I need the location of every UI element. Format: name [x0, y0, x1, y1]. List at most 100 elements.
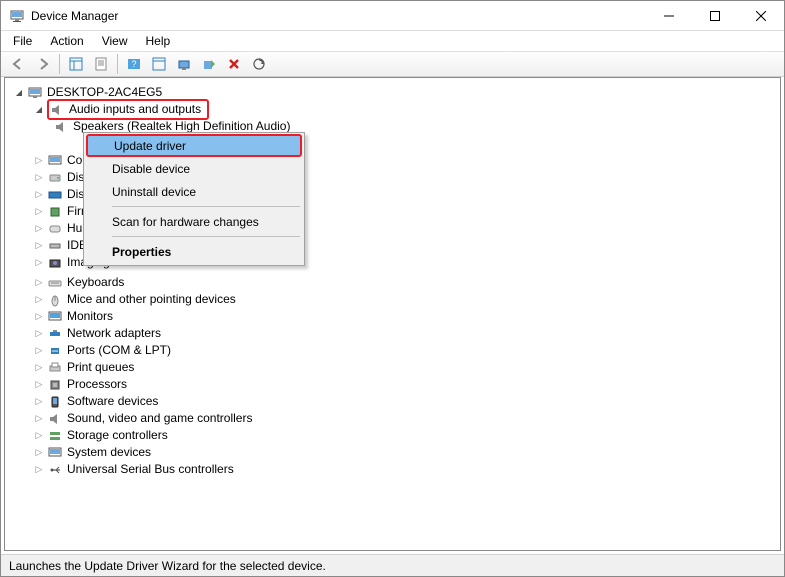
category-label: Print queues — [67, 359, 134, 376]
tree-category[interactable]: Storage controllers — [13, 427, 780, 444]
category-label: Monitors — [67, 308, 113, 325]
device-category-icon — [47, 428, 63, 444]
scan-hardware-button[interactable] — [248, 53, 270, 75]
computer-icon — [27, 85, 43, 101]
close-button[interactable] — [738, 1, 784, 30]
chevron-right-icon[interactable] — [33, 464, 45, 476]
chevron-right-icon[interactable] — [33, 379, 45, 391]
device-category-icon — [47, 221, 63, 237]
svg-text:?: ? — [131, 59, 136, 69]
title-bar: Device Manager — [1, 1, 784, 31]
category-label: Software devices — [67, 393, 158, 410]
properties-button[interactable] — [90, 53, 112, 75]
menu-action[interactable]: Action — [42, 32, 91, 50]
menu-help[interactable]: Help — [138, 32, 179, 50]
menu-bar: File Action View Help — [1, 31, 784, 51]
toolbar-divider — [59, 54, 60, 74]
disable-button[interactable] — [198, 53, 220, 75]
category-label: Mice and other pointing devices — [67, 291, 236, 308]
minimize-button[interactable] — [646, 1, 692, 30]
device-category-icon — [47, 187, 63, 203]
chevron-right-icon[interactable] — [33, 277, 45, 289]
chevron-down-icon[interactable] — [13, 87, 25, 99]
chevron-right-icon[interactable] — [33, 430, 45, 442]
device-category-icon — [47, 255, 63, 271]
chevron-right-icon[interactable] — [33, 294, 45, 306]
menu-file[interactable]: File — [5, 32, 40, 50]
update-driver-button[interactable] — [173, 53, 195, 75]
ctx-uninstall-device[interactable]: Uninstall device — [86, 180, 302, 203]
chevron-right-icon[interactable] — [33, 240, 45, 252]
category-label: Processors — [67, 376, 127, 393]
tree-category-audio[interactable]: Audio inputs and outputs — [13, 101, 780, 118]
tree-category[interactable]: Sound, video and game controllers — [13, 410, 780, 427]
speaker-icon — [53, 119, 69, 135]
device-category-icon — [47, 445, 63, 461]
device-tree[interactable]: DESKTOP-2AC4EG5 Audio inputs and outputs… — [4, 77, 781, 551]
tree-category[interactable]: Network adapters — [13, 325, 780, 342]
chevron-right-icon[interactable] — [33, 447, 45, 459]
device-category-icon — [47, 153, 63, 169]
back-button[interactable] — [7, 53, 29, 75]
chevron-down-icon[interactable] — [33, 104, 45, 116]
device-category-icon — [47, 411, 63, 427]
device-category-icon — [47, 360, 63, 376]
chevron-right-icon[interactable] — [33, 362, 45, 374]
category-label: Audio inputs and outputs — [69, 101, 201, 118]
chevron-right-icon[interactable] — [33, 172, 45, 184]
chevron-right-icon[interactable] — [33, 345, 45, 357]
help-button[interactable]: ? — [123, 53, 145, 75]
window-controls — [646, 1, 784, 30]
ctx-update-driver[interactable]: Update driver — [86, 134, 302, 157]
ctx-properties[interactable]: Properties — [86, 240, 302, 263]
status-bar: Launches the Update Driver Wizard for th… — [1, 554, 784, 576]
chevron-right-icon[interactable] — [33, 223, 45, 235]
context-menu: Update driver Disable device Uninstall d… — [83, 132, 305, 266]
ctx-scan-hardware[interactable]: Scan for hardware changes — [86, 210, 302, 233]
device-category-icon — [47, 309, 63, 325]
tree-category[interactable]: Processors — [13, 376, 780, 393]
ctx-disable-device[interactable]: Disable device — [86, 157, 302, 180]
app-icon — [9, 8, 25, 24]
chevron-right-icon[interactable] — [33, 206, 45, 218]
tree-category[interactable]: Mice and other pointing devices — [13, 291, 780, 308]
speaker-icon — [53, 136, 69, 152]
device-category-icon — [47, 462, 63, 478]
tree-category[interactable]: Print queues — [13, 359, 780, 376]
forward-button[interactable] — [32, 53, 54, 75]
category-label: Sound, video and game controllers — [67, 410, 252, 427]
tree-category[interactable]: Ports (COM & LPT) — [13, 342, 780, 359]
category-label: Storage controllers — [67, 427, 168, 444]
category-label: System devices — [67, 444, 151, 461]
device-category-icon — [47, 394, 63, 410]
chevron-right-icon[interactable] — [33, 396, 45, 408]
device-category-icon — [47, 275, 63, 291]
window-title: Device Manager — [31, 9, 646, 23]
speaker-icon — [49, 102, 65, 118]
device-category-icon — [47, 326, 63, 342]
show-hide-console-button[interactable] — [65, 53, 87, 75]
device-category-icon — [47, 170, 63, 186]
tree-category[interactable]: Software devices — [13, 393, 780, 410]
toolbar-divider — [117, 54, 118, 74]
device-category-icon — [47, 343, 63, 359]
toolbar: ? — [1, 51, 784, 77]
category-label: Universal Serial Bus controllers — [67, 461, 234, 478]
chevron-right-icon[interactable] — [33, 413, 45, 425]
chevron-right-icon[interactable] — [33, 155, 45, 167]
tree-category[interactable]: Monitors — [13, 308, 780, 325]
category-label: Ports (COM & LPT) — [67, 342, 171, 359]
category-label: Network adapters — [67, 325, 161, 342]
chevron-right-icon[interactable] — [33, 328, 45, 340]
chevron-right-icon[interactable] — [33, 311, 45, 323]
uninstall-button[interactable] — [223, 53, 245, 75]
tree-category[interactable]: System devices — [13, 444, 780, 461]
maximize-button[interactable] — [692, 1, 738, 30]
tree-category[interactable]: Universal Serial Bus controllers — [13, 461, 780, 478]
tree-category[interactable]: Keyboards — [13, 274, 780, 291]
chevron-right-icon[interactable] — [33, 257, 45, 269]
chevron-right-icon[interactable] — [33, 189, 45, 201]
menu-view[interactable]: View — [94, 32, 136, 50]
device-category-icon — [47, 204, 63, 220]
scan-button[interactable] — [148, 53, 170, 75]
